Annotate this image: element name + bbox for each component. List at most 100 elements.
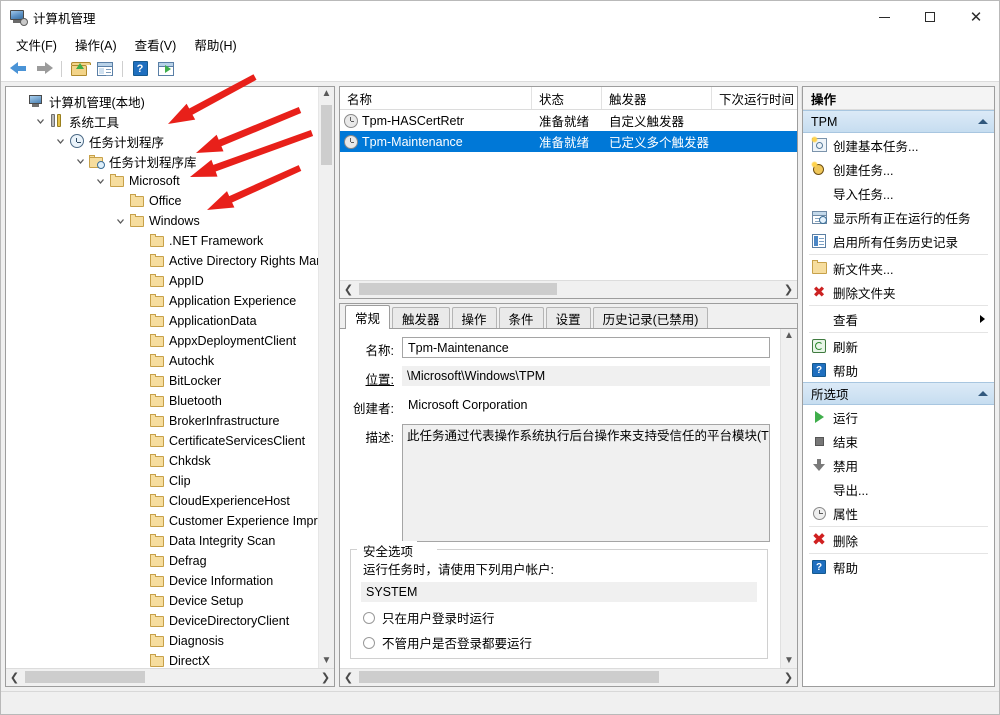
- radio-icon[interactable]: [363, 637, 375, 649]
- help-button[interactable]: ?: [127, 58, 153, 80]
- tree-item-chkdsk[interactable]: Chkdsk: [6, 451, 334, 471]
- tree-item-clip[interactable]: Clip: [6, 471, 334, 491]
- radio-icon[interactable]: [363, 612, 375, 624]
- action-item-帮助[interactable]: ?帮助: [803, 358, 994, 382]
- close-button[interactable]: ✕: [953, 1, 999, 33]
- tab-4[interactable]: 设置: [546, 307, 591, 328]
- tree-item-[interactable]: 任务计划程序: [6, 131, 334, 151]
- tree-item-brokerinfrastructure[interactable]: BrokerInfrastructure: [6, 411, 334, 431]
- scroll-up-icon[interactable]: ▲: [784, 331, 794, 341]
- tree-item-data-integrity-scan[interactable]: Data Integrity Scan: [6, 531, 334, 551]
- chevron-down-icon[interactable]: [52, 137, 68, 146]
- menu-action[interactable]: 操作(A): [66, 33, 126, 56]
- action-item-运行[interactable]: 运行: [803, 405, 994, 429]
- list-hscroll-thumb[interactable]: [359, 283, 557, 295]
- tree-item-defrag[interactable]: Defrag: [6, 551, 334, 571]
- chevron-up-icon[interactable]: [978, 119, 988, 124]
- radio-run-whether-logged-on-or-not[interactable]: 不管用户是否登录都要运行: [351, 627, 767, 652]
- scroll-up-icon[interactable]: ▲: [322, 89, 332, 99]
- scroll-right-icon[interactable]: ❯: [780, 281, 797, 298]
- scroll-right-icon[interactable]: ❯: [780, 669, 797, 686]
- details-vertical-scrollbar[interactable]: ▲ ▼: [780, 329, 797, 668]
- action-item-刷新[interactable]: 刷新: [803, 334, 994, 358]
- tree-item-bitlocker[interactable]: BitLocker: [6, 371, 334, 391]
- tree-item-[interactable]: 系统工具: [6, 111, 334, 131]
- radio-run-only-when-logged-on[interactable]: 只在用户登录时运行: [351, 602, 767, 627]
- scroll-left-icon[interactable]: ❮: [340, 669, 357, 686]
- actions-section-header[interactable]: TPM: [803, 110, 994, 133]
- menu-view[interactable]: 查看(V): [126, 33, 186, 56]
- tree-item-office[interactable]: Office: [6, 191, 334, 211]
- tab-5[interactable]: 历史记录(已禁用): [593, 307, 709, 328]
- chevron-down-icon[interactable]: [112, 217, 128, 226]
- scroll-down-icon[interactable]: ▼: [322, 656, 332, 666]
- action-item-显示所有正在运行的任务[interactable]: 显示所有正在运行的任务: [803, 205, 994, 229]
- tree-item-devicedirectoryclient[interactable]: DeviceDirectoryClient: [6, 611, 334, 631]
- action-item-禁用[interactable]: 禁用: [803, 453, 994, 477]
- tree-item-appxdeploymentclient[interactable]: AppxDeploymentClient: [6, 331, 334, 351]
- tree-item-autochk[interactable]: Autochk: [6, 351, 334, 371]
- action-item-导入任务[interactable]: 导入任务...: [803, 181, 994, 205]
- column-header-3[interactable]: 下次运行时间: [712, 87, 802, 109]
- tree-item-active-directory-rights-man[interactable]: Active Directory Rights Man: [6, 251, 334, 271]
- details-horizontal-scrollbar[interactable]: ❮ ❯: [340, 668, 797, 686]
- tree-hscroll-track[interactable]: [23, 669, 317, 686]
- task-list-horizontal-scrollbar[interactable]: ❮ ❯: [340, 280, 797, 298]
- task-row[interactable]: Tpm-Maintenance准备就绪已定义多个触发器: [340, 131, 797, 152]
- tree-item-device-setup[interactable]: Device Setup: [6, 591, 334, 611]
- tab-0[interactable]: 常规: [345, 305, 390, 329]
- action-item-删除[interactable]: ✖删除: [803, 528, 994, 552]
- scroll-down-icon[interactable]: ▼: [784, 656, 794, 666]
- tree-horizontal-scrollbar[interactable]: ❮ ❯: [6, 668, 334, 686]
- details-hscroll-thumb[interactable]: [359, 671, 659, 683]
- scroll-left-icon[interactable]: ❮: [340, 281, 357, 298]
- tree-item-certificateservicesclient[interactable]: CertificateServicesClient: [6, 431, 334, 451]
- menu-help[interactable]: 帮助(H): [185, 33, 245, 56]
- back-button[interactable]: [5, 58, 31, 80]
- tree-item-application-experience[interactable]: Application Experience: [6, 291, 334, 311]
- tree-item-microsoft[interactable]: Microsoft: [6, 171, 334, 191]
- chevron-down-icon[interactable]: [72, 157, 88, 166]
- scroll-left-icon[interactable]: ❮: [6, 669, 23, 686]
- name-value[interactable]: Tpm-Maintenance: [402, 337, 770, 358]
- tree-item-bluetooth[interactable]: Bluetooth: [6, 391, 334, 411]
- tab-3[interactable]: 条件: [499, 307, 544, 328]
- task-row[interactable]: Tpm-HASCertRetr准备就绪自定义触发器: [340, 110, 797, 131]
- chevron-up-icon[interactable]: [978, 391, 988, 396]
- tree-item-[interactable]: 计算机管理(本地): [6, 91, 334, 111]
- show-hide-console-tree-button[interactable]: [92, 58, 118, 80]
- list-hscroll-track[interactable]: [357, 281, 780, 298]
- tree-item-net-framework[interactable]: .NET Framework: [6, 231, 334, 251]
- menu-file[interactable]: 文件(F): [7, 33, 66, 56]
- tree-item-[interactable]: 任务计划程序库: [6, 151, 334, 171]
- action-item-结束[interactable]: 结束: [803, 429, 994, 453]
- tree-item-cloudexperiencehost[interactable]: CloudExperienceHost: [6, 491, 334, 511]
- action-item-删除文件夹[interactable]: ✖删除文件夹: [803, 280, 994, 304]
- up-one-level-button[interactable]: [66, 58, 92, 80]
- actions-section-header[interactable]: 所选项: [803, 382, 994, 405]
- tree-item-device-information[interactable]: Device Information: [6, 571, 334, 591]
- column-header-2[interactable]: 触发器: [602, 87, 712, 109]
- tree-item-applicationdata[interactable]: ApplicationData: [6, 311, 334, 331]
- tree-hscroll-thumb[interactable]: [25, 671, 145, 683]
- tree-vertical-scrollbar[interactable]: ▲ ▼: [318, 87, 334, 668]
- action-item-帮助[interactable]: ?帮助: [803, 555, 994, 579]
- tree-item-customer-experience-imprc[interactable]: Customer Experience Imprc: [6, 511, 334, 531]
- tab-2[interactable]: 操作: [452, 307, 497, 328]
- action-item-启用所有任务历史记录[interactable]: 启用所有任务历史记录: [803, 229, 994, 253]
- maximize-button[interactable]: [907, 1, 953, 33]
- column-header-1[interactable]: 状态: [532, 87, 602, 109]
- tree-item-appid[interactable]: AppID: [6, 271, 334, 291]
- tree-item-diagnosis[interactable]: Diagnosis: [6, 631, 334, 651]
- column-header-0[interactable]: 名称: [340, 87, 532, 109]
- chevron-down-icon[interactable]: [32, 117, 48, 126]
- tree-item-windows[interactable]: Windows: [6, 211, 334, 231]
- chevron-down-icon[interactable]: [92, 177, 108, 186]
- show-action-pane-button[interactable]: [153, 58, 179, 80]
- minimize-button[interactable]: [861, 1, 907, 33]
- action-item-创建基本任务[interactable]: 创建基本任务...: [803, 133, 994, 157]
- details-hscroll-track[interactable]: [357, 669, 780, 686]
- scroll-right-icon[interactable]: ❯: [317, 669, 334, 686]
- action-item-创建任务[interactable]: 创建任务...: [803, 157, 994, 181]
- tab-1[interactable]: 触发器: [392, 307, 450, 328]
